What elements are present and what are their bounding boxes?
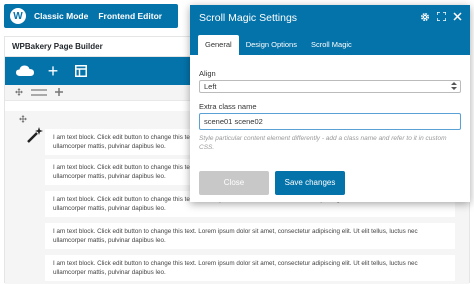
close-button[interactable]: Close xyxy=(199,170,269,195)
align-select-value: Left xyxy=(204,82,217,91)
close-icon[interactable] xyxy=(450,12,464,24)
align-select[interactable]: Left xyxy=(199,80,461,93)
classic-mode-button[interactable]: Classic Mode xyxy=(34,11,88,21)
fullscreen-icon[interactable] xyxy=(434,11,448,24)
wordpress-logo-icon[interactable]: W xyxy=(10,8,26,24)
chevron-updown-icon xyxy=(451,81,457,96)
layout-icon[interactable] xyxy=(67,57,95,85)
gear-icon[interactable] xyxy=(418,12,432,25)
text-block[interactable]: I am text block. Click edit button to ch… xyxy=(45,223,455,249)
magic-wand-icon xyxy=(25,125,45,145)
text-block[interactable]: I am text block. Click edit button to ch… xyxy=(45,255,455,281)
row-layout-icon[interactable] xyxy=(31,89,47,96)
align-label: Align xyxy=(199,69,216,78)
move-icon[interactable] xyxy=(19,115,27,125)
scroll-magic-settings-modal: Scroll Magic Settings General Design Opt… xyxy=(190,5,470,202)
tab-general[interactable]: General xyxy=(198,35,239,55)
extra-class-label: Extra class name xyxy=(199,102,257,111)
modal-tabs: General Design Options Scroll Magic xyxy=(190,31,470,55)
add-element-label: + xyxy=(47,61,59,81)
cloud-icon[interactable] xyxy=(11,57,39,85)
extra-class-input[interactable]: scene01 scene02 xyxy=(199,113,461,130)
modal-header: Scroll Magic Settings xyxy=(190,5,470,31)
tab-scroll-magic[interactable]: Scroll Magic xyxy=(304,35,359,55)
help-text: Style particular content element differe… xyxy=(199,135,447,151)
frontend-editor-button[interactable]: Frontend Editor xyxy=(98,11,162,21)
plus-icon[interactable]: + xyxy=(39,57,67,85)
modal-title: Scroll Magic Settings xyxy=(199,12,298,24)
editor-mode-group: W Classic Mode Frontend Editor xyxy=(4,4,179,28)
modal-footer: Close Save changes xyxy=(190,163,470,202)
text-block-content: I am text block. Click edit button to ch… xyxy=(53,228,418,244)
text-block-content: I am text block. Click edit button to ch… xyxy=(53,260,418,276)
move-icon[interactable] xyxy=(15,87,23,98)
tab-design-options[interactable]: Design Options xyxy=(239,35,304,55)
modal-body: Align Left Extra class name scene01 scen… xyxy=(190,55,470,152)
add-column-icon[interactable] xyxy=(55,87,63,98)
save-changes-button[interactable]: Save changes xyxy=(275,170,345,195)
